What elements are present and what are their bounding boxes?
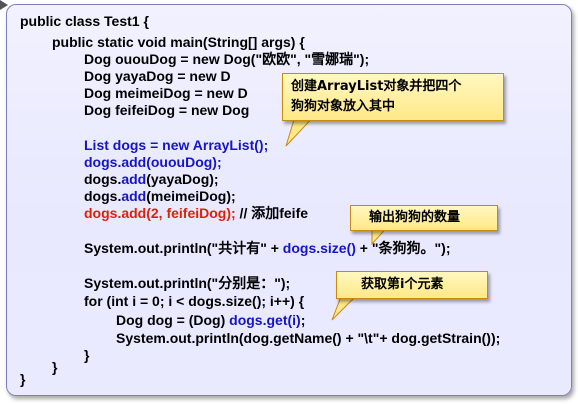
callout-count-text: 输出狗狗的数量 bbox=[369, 210, 461, 225]
callout-create-arraylist: 创建ArrayList对象并把四个 狗狗对象放入其中 bbox=[282, 73, 504, 121]
callout-create-line2: 狗狗对象放入其中 bbox=[291, 99, 396, 114]
callout-create-line1: 创建ArrayList对象并把四个 bbox=[291, 79, 462, 94]
callout-pointers bbox=[285, 99, 392, 321]
callout-output-count: 输出狗狗的数量 bbox=[350, 205, 498, 231]
slide: public class Test1 { public static void … bbox=[0, 0, 578, 404]
callout-get-text: 获取第i个元素 bbox=[361, 277, 444, 292]
callout-get-element: 获取第i个元素 bbox=[336, 271, 488, 299]
